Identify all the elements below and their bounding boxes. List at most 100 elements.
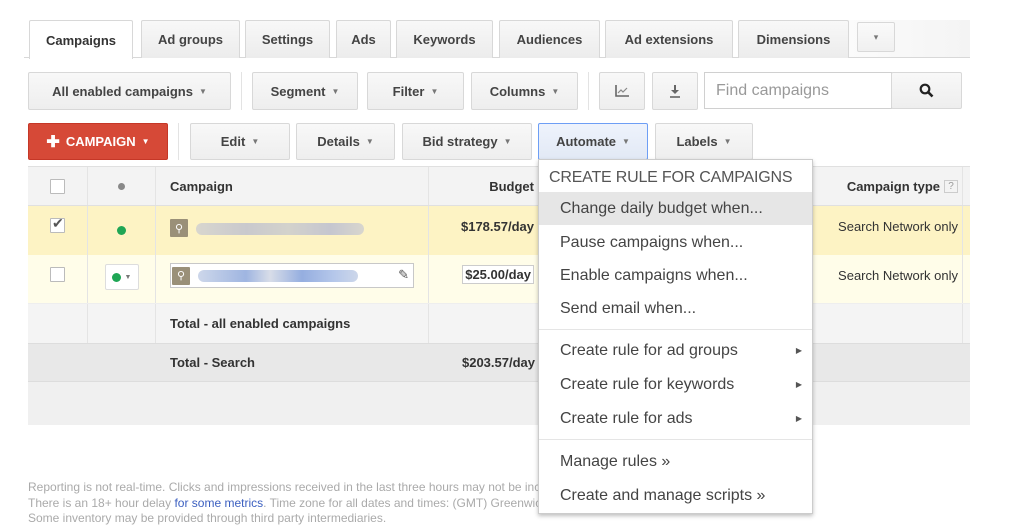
bid-strategy-button[interactable]: Bid strategy ▼	[402, 123, 532, 160]
labels-button[interactable]: Labels ▼	[655, 123, 753, 160]
reporting-disclaimer: Reporting is not real-time. Clicks and i…	[28, 480, 614, 527]
details-button[interactable]: Details ▼	[296, 123, 395, 160]
total-label: Total - Search	[170, 355, 256, 370]
chevron-down-icon: ▼	[503, 137, 512, 146]
header-select-cell	[28, 167, 88, 205]
download-button[interactable]	[652, 72, 698, 110]
status-dropdown[interactable]: ▼	[104, 264, 139, 290]
menu-item-label: Create rule for ads	[560, 409, 693, 427]
automate-menu: CREATE RULE FOR CAMPAIGNS Change daily b…	[538, 159, 813, 514]
search-button[interactable]	[891, 72, 962, 109]
tab-keywords[interactable]: Keywords	[396, 20, 493, 58]
budget-cell: $25.00/day	[429, 255, 539, 303]
empty-cell	[88, 304, 156, 343]
find-campaigns-input[interactable]	[704, 72, 892, 109]
disclaimer-line: Some inventory may be provided through t…	[28, 511, 387, 525]
tab-dimensions[interactable]: Dimensions	[738, 20, 849, 58]
tab-label: Dimensions	[756, 32, 831, 47]
disclaimer-line: There is an 18+ hour delay for some metr…	[28, 496, 614, 512]
tab-audiences[interactable]: Audiences	[499, 20, 600, 58]
menu-item-manage-scripts[interactable]: Create and manage scripts »	[539, 479, 812, 512]
campaign-name-input[interactable]: ⚲ ✎	[170, 263, 414, 288]
menu-item-enable-campaigns[interactable]: Enable campaigns when...	[539, 259, 812, 292]
chevron-down-icon: ▼	[723, 137, 732, 146]
tab-label: Settings	[261, 32, 314, 47]
tab-campaigns[interactable]: Campaigns	[29, 20, 133, 59]
chart-button[interactable]	[599, 72, 645, 110]
header-label: Campaign type	[846, 178, 940, 194]
metrics-delay-link[interactable]: for some metrics	[174, 496, 263, 510]
chart-icon	[615, 85, 629, 97]
menu-item-send-email[interactable]: Send email when...	[539, 292, 812, 325]
budget-input[interactable]: $25.00/day	[462, 265, 534, 284]
add-campaign-button[interactable]: ✚ CAMPAIGN ▼	[28, 123, 168, 160]
header-campaign[interactable]: Campaign	[156, 167, 429, 205]
chevron-right-icon: ▶	[795, 346, 802, 355]
menu-item-rule-keywords[interactable]: Create rule for keywords ▶	[539, 368, 812, 401]
table-row[interactable]: ⚲ $178.57/day Search Network only	[28, 206, 970, 255]
chevron-down-icon: ▼	[365, 137, 374, 146]
help-icon[interactable]: ?	[944, 179, 958, 193]
row-checkbox[interactable]	[50, 267, 65, 282]
tab-ad-groups[interactable]: Ad groups	[141, 20, 240, 58]
tab-settings[interactable]: Settings	[245, 20, 330, 58]
automate-button[interactable]: Automate ▼	[538, 123, 648, 160]
menu-item-manage-rules[interactable]: Manage rules »	[539, 445, 812, 478]
redacted-campaign-name[interactable]	[196, 223, 364, 235]
edit-button[interactable]: Edit ▼	[190, 123, 290, 160]
select-cell	[28, 255, 88, 303]
bid-strategy-label: Bid strategy	[422, 134, 498, 149]
disclaimer-line: Reporting is not real-time. Clicks and i…	[28, 480, 601, 494]
campaign-type-value: Search Network only	[838, 219, 958, 234]
edit-label: Edit	[220, 134, 246, 149]
search-campaign-icon: ⚲	[172, 266, 190, 285]
segment-button[interactable]: Segment ▼	[252, 72, 358, 110]
table-footer-row	[28, 382, 970, 425]
tab-label: Ad groups	[158, 32, 223, 47]
campaign-name-cell: ⚲ ✎	[156, 255, 429, 303]
menu-item-label: Send email when...	[560, 299, 697, 317]
chevron-right-icon: ▶	[795, 414, 802, 423]
disclaimer-text: There is an 18+ hour delay	[28, 495, 175, 510]
columns-button[interactable]: Columns ▼	[471, 72, 578, 110]
row-checkbox[interactable]	[50, 215, 65, 233]
campaign-view-dropdown[interactable]: All enabled campaigns ▼	[28, 72, 231, 110]
filter-button[interactable]: Filter ▼	[367, 72, 464, 110]
menu-item-pause-campaigns[interactable]: Pause campaigns when...	[539, 226, 812, 259]
menu-item-rule-ads[interactable]: Create rule for ads ▶	[539, 402, 812, 435]
header-label: Campaign	[170, 178, 233, 194]
total-budget-cell: $203.57/day	[429, 344, 539, 381]
pencil-icon[interactable]: ✎	[398, 267, 409, 283]
menu-item-label: Enable campaigns when...	[560, 266, 748, 284]
filter-label: Filter	[392, 83, 425, 99]
header-budget[interactable]: Budget	[429, 167, 539, 205]
search-campaign-icon: ⚲	[170, 219, 188, 237]
menu-divider	[539, 329, 812, 330]
chevron-down-icon: ▼	[430, 86, 439, 96]
enabled-status-icon	[111, 272, 121, 282]
tab-label: Keywords	[413, 32, 476, 47]
chevron-down-icon: ▼	[198, 86, 207, 96]
budget-value: $178.57/day	[460, 219, 534, 234]
menu-item-label: Create and manage scripts »	[560, 486, 766, 504]
select-cell	[28, 206, 88, 255]
tab-label: Ads	[351, 32, 376, 47]
divider	[178, 123, 179, 160]
menu-item-change-daily-budget[interactable]: Change daily budget when...	[539, 192, 812, 225]
more-tabs-button[interactable]: ▾	[857, 22, 895, 52]
tab-ads[interactable]: Ads	[336, 20, 391, 58]
chevron-down-icon: ▼	[551, 86, 560, 96]
campaign-button-label: CAMPAIGN	[65, 134, 136, 149]
chevron-down-icon: ▼	[331, 86, 340, 96]
menu-item-label: Create rule for keywords	[560, 375, 735, 393]
download-icon	[670, 85, 680, 98]
select-all-checkbox[interactable]	[50, 178, 65, 194]
menu-item-rule-ad-groups[interactable]: Create rule for ad groups ▶	[539, 334, 812, 367]
table-row[interactable]: ▼ ⚲ ✎ $25.00/day Search Network only	[28, 255, 970, 304]
header-label: Budget	[489, 178, 534, 194]
divider	[241, 72, 242, 110]
chevron-down-icon: ▾	[873, 31, 879, 42]
tab-ad-extensions[interactable]: Ad extensions	[605, 20, 733, 58]
status-cell	[88, 206, 156, 255]
plus-icon: ✚	[46, 133, 60, 151]
